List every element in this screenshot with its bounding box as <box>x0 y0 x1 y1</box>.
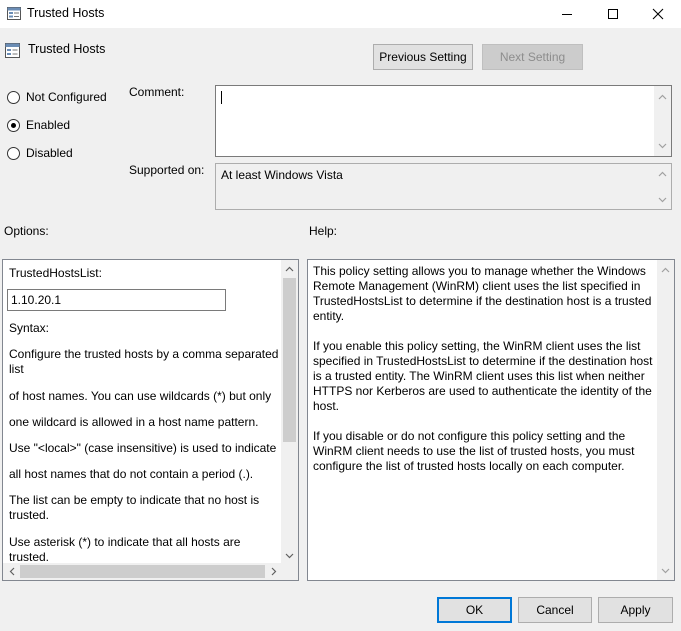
comment-scrollbar[interactable] <box>654 86 671 156</box>
options-panel[interactable]: TrustedHostsList: 1.10.20.1 Syntax: Conf… <box>2 259 299 581</box>
scroll-down-icon[interactable] <box>657 562 674 579</box>
close-icon <box>652 8 664 20</box>
comment-textarea[interactable] <box>215 85 672 157</box>
window-title: Trusted Hosts <box>27 6 105 20</box>
options-hscrollbar[interactable] <box>3 563 298 580</box>
help-panel[interactable]: This policy setting allows you to manage… <box>307 259 675 581</box>
policy-setting-icon <box>5 43 20 58</box>
supported-scrollbar[interactable] <box>654 164 671 209</box>
radio-circle-checked <box>7 118 20 132</box>
options-text: Syntax: <box>9 321 50 335</box>
help-paragraph: If you enable this policy setting, the W… <box>313 339 653 413</box>
radio-label: Disabled <box>26 146 73 160</box>
scroll-up-icon[interactable] <box>281 260 298 277</box>
scroll-down-icon[interactable] <box>281 547 298 564</box>
help-paragraph: This policy setting allows you to manage… <box>313 264 652 323</box>
scroll-down-icon[interactable] <box>654 137 671 154</box>
help-scrollbar[interactable] <box>657 260 674 580</box>
help-paragraph: If you disable or do not configure this … <box>313 429 635 473</box>
next-setting-button[interactable]: Next Setting <box>482 44 583 70</box>
setting-title: Trusted Hosts <box>28 42 106 56</box>
minimize-button[interactable] <box>544 0 590 28</box>
supported-on-value: At least Windows Vista <box>221 168 343 182</box>
scroll-right-icon[interactable] <box>265 563 282 580</box>
help-text: This policy setting allows you to manage… <box>313 264 659 489</box>
scroll-thumb[interactable] <box>20 565 265 578</box>
radio-label: Enabled <box>26 118 71 132</box>
options-text: Use "<local>" (case insensitive) is used… <box>9 441 277 455</box>
radio-enabled[interactable]: Enabled <box>7 117 70 133</box>
options-text: of host names. You can use wildcards (*)… <box>9 389 272 403</box>
options-text: Use asterisk (*) to indicate that all ho… <box>9 535 241 564</box>
scroll-up-icon[interactable] <box>654 165 671 182</box>
radio-circle <box>7 90 20 104</box>
apply-button[interactable]: Apply <box>598 597 673 623</box>
comment-label: Comment: <box>129 85 185 99</box>
options-text: The list can be empty to indicate that n… <box>9 493 260 522</box>
supported-on-field: At least Windows Vista <box>215 163 672 210</box>
scroll-up-icon[interactable] <box>654 88 671 105</box>
scroll-thumb[interactable] <box>283 278 296 442</box>
options-text: Configure the trusted hosts by a comma s… <box>9 347 279 376</box>
trusted-hosts-list-value: 1.10.20.1 <box>11 293 62 307</box>
text-cursor <box>221 91 222 104</box>
radio-disabled[interactable]: Disabled <box>7 145 73 161</box>
scroll-down-icon[interactable] <box>654 191 671 208</box>
help-label: Help: <box>309 224 338 238</box>
options-vscrollbar[interactable] <box>281 260 298 564</box>
scroll-up-icon[interactable] <box>657 261 674 278</box>
trusted-hosts-list-input[interactable]: 1.10.20.1 <box>7 289 226 311</box>
maximize-button[interactable] <box>590 0 636 28</box>
minimize-icon <box>562 14 572 15</box>
ok-button[interactable]: OK <box>437 597 512 623</box>
close-button[interactable] <box>635 0 681 28</box>
policy-icon <box>7 7 21 20</box>
radio-not-configured[interactable]: Not Configured <box>7 89 107 105</box>
maximize-icon <box>608 9 618 19</box>
options-text: one wildcard is allowed in a host name p… <box>9 415 259 429</box>
options-text: all host names that do not contain a per… <box>9 467 254 481</box>
trusted-hosts-list-label: TrustedHostsList: <box>9 266 102 280</box>
supported-on-label: Supported on: <box>129 163 205 177</box>
previous-setting-button[interactable]: Previous Setting <box>373 44 473 70</box>
cancel-button[interactable]: Cancel <box>518 597 592 623</box>
scroll-left-icon[interactable] <box>3 563 20 580</box>
options-label: Options: <box>4 224 49 238</box>
radio-label: Not Configured <box>26 90 107 104</box>
radio-circle <box>7 146 20 160</box>
